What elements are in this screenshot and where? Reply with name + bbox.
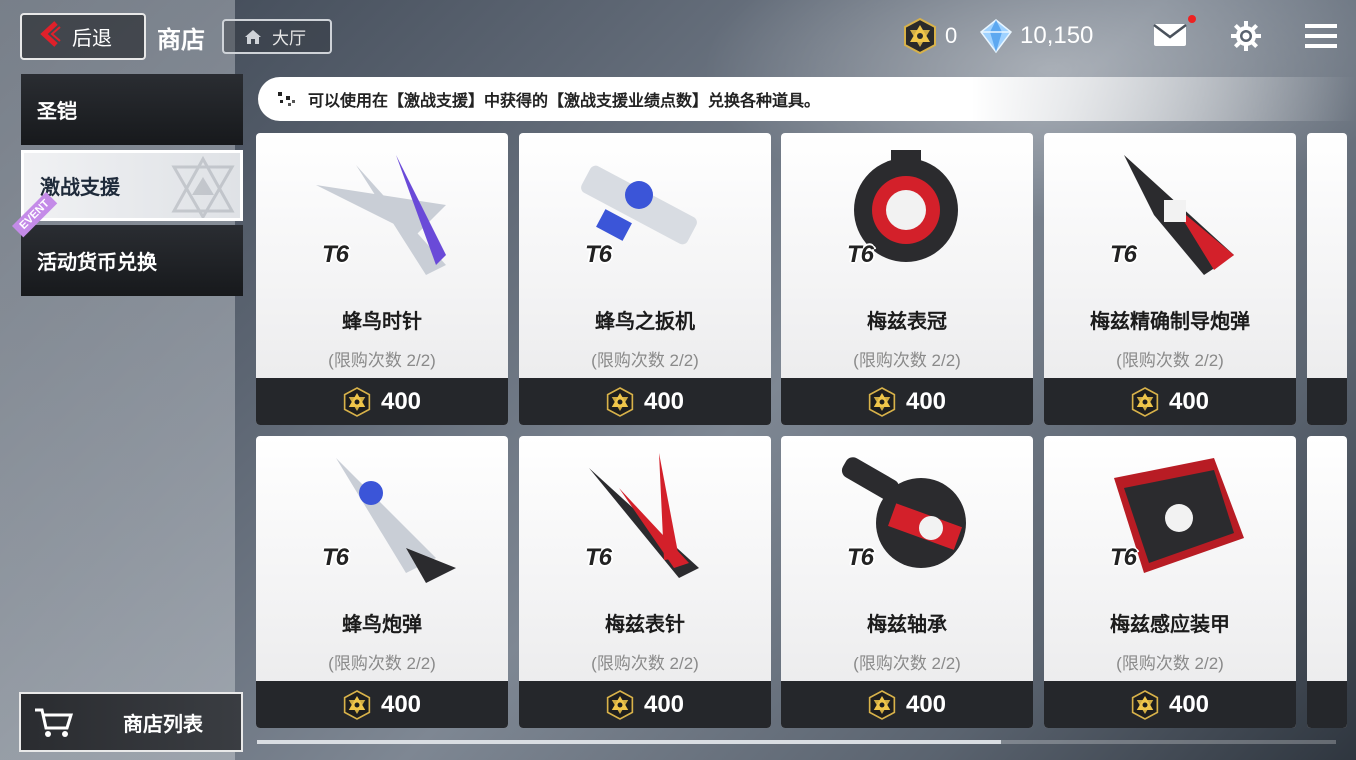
notice-banner: 可以使用在【激战支援】中获得的【激战支援业绩点数】兑换各种道具。 xyxy=(258,77,1356,121)
sidebar-item-label: 活动货币兑换 xyxy=(37,252,157,274)
price-bar[interactable]: 400 xyxy=(781,378,1033,425)
tier-label: T6 xyxy=(585,241,612,268)
shop-list-button[interactable]: 商店列表 xyxy=(19,692,243,752)
gear-icon[interactable] xyxy=(1230,20,1262,52)
shop-item-card[interactable]: T6 蜂鸟时针 (限购次数 2/2) 400 xyxy=(256,133,508,425)
lobby-button[interactable]: 大厅 xyxy=(222,19,332,54)
shop-item-card[interactable]: T6 梅兹感应装甲 (限购次数 2/2) 400 xyxy=(1044,436,1296,728)
back-arrow-icon xyxy=(40,20,62,53)
medal-icon xyxy=(606,689,634,720)
scroll-thumb[interactable] xyxy=(257,740,1001,744)
medal-currency: 0 xyxy=(903,18,957,54)
item-name: 梅兹表冠 xyxy=(867,311,947,333)
price-bar[interactable]: 400 xyxy=(519,378,771,425)
sidebar-item-armor[interactable]: 圣铠 xyxy=(21,74,243,145)
lobby-label: 大厅 xyxy=(272,29,306,48)
price-bar[interactable]: 400 xyxy=(1044,681,1296,728)
price-bar[interactable]: 400 xyxy=(256,681,508,728)
sidebar-item-label: 激战支援 xyxy=(40,177,120,199)
crystal-amount: 10,150 xyxy=(1020,22,1094,49)
triangle-emblem-icon xyxy=(171,155,235,218)
medal-icon xyxy=(868,386,896,417)
purchase-limit: (限购次数 2/2) xyxy=(1116,654,1224,673)
price-value: 400 xyxy=(380,690,422,718)
purchase-limit: (限购次数 2/2) xyxy=(1116,351,1224,370)
purchase-limit: (限购次数 2/2) xyxy=(853,351,961,370)
shop-list-label: 商店列表 xyxy=(123,713,203,736)
item-name: 梅兹表针 xyxy=(605,614,685,636)
price-bar[interactable]: 400 xyxy=(781,681,1033,728)
top-bar: 后退 商店 大厅 0 10,150 xyxy=(0,0,1356,72)
sidebar-item-label: 圣铠 xyxy=(37,101,77,123)
item-name: 梅兹精确制导炮弹 xyxy=(1090,311,1250,333)
purchase-limit: (限购次数 2/2) xyxy=(591,351,699,370)
purchase-limit: (限购次数 2/2) xyxy=(328,654,436,673)
price-bar xyxy=(1307,378,1347,425)
shop-item-card[interactable]: T6 梅兹表冠 (限购次数 2/2) 400 xyxy=(781,133,1033,425)
medal-amount: 0 xyxy=(945,23,958,48)
tier-label: T6 xyxy=(1110,544,1137,571)
medal-icon xyxy=(606,386,634,417)
cart-icon xyxy=(35,708,74,737)
price-value: 400 xyxy=(905,387,947,415)
price-value: 400 xyxy=(643,387,685,415)
tier-label: T6 xyxy=(322,544,349,571)
item-grid: T6 蜂鸟时针 (限购次数 2/2) 400 T6 蜂鸟之扳机 (限购次数 2/2) 400 T… xyxy=(256,133,1356,733)
item-name: 蜂鸟之扳机 xyxy=(595,311,695,333)
back-label: 后退 xyxy=(72,28,112,50)
price-value: 400 xyxy=(380,387,422,415)
menu-icon[interactable] xyxy=(1305,23,1337,49)
notification-dot xyxy=(1188,15,1196,23)
purchase-limit: (限购次数 2/2) xyxy=(591,654,699,673)
item-name: 梅兹轴承 xyxy=(867,614,947,636)
price-value: 400 xyxy=(905,690,947,718)
shop-item-card[interactable]: T6 蜂鸟炮弹 (限购次数 2/2) 400 xyxy=(256,436,508,728)
medal-icon xyxy=(343,386,371,417)
mail-icon[interactable] xyxy=(1153,22,1187,48)
medal-icon xyxy=(1131,386,1159,417)
shop-item-card[interactable]: T6 梅兹轴承 (限购次数 2/2) 400 xyxy=(781,436,1033,728)
medal-icon xyxy=(868,689,896,720)
sidebar-item-battle-support[interactable]: 激战支援 xyxy=(21,150,243,221)
price-bar xyxy=(1307,681,1347,728)
crystal-icon xyxy=(979,19,1013,54)
item-name: 蜂鸟炮弹 xyxy=(342,614,422,636)
purchase-limit: (限购次数 2/2) xyxy=(853,654,961,673)
price-value: 400 xyxy=(643,690,685,718)
price-bar[interactable]: 400 xyxy=(256,378,508,425)
tier-label: T6 xyxy=(322,241,349,268)
shop-item-card-partial[interactable] xyxy=(1307,133,1347,425)
shop-item-card[interactable]: T6 梅兹精确制导炮弹 (限购次数 2/2) 400 xyxy=(1044,133,1296,425)
price-bar[interactable]: 400 xyxy=(519,681,771,728)
crystal-currency: 10,150 xyxy=(978,18,1093,54)
horizontal-scrollbar[interactable] xyxy=(257,740,1336,744)
home-icon xyxy=(245,29,261,44)
price-value: 400 xyxy=(1168,387,1210,415)
tier-label: T6 xyxy=(847,241,874,268)
medal-icon xyxy=(343,689,371,720)
shop-item-card-partial[interactable] xyxy=(1307,436,1347,728)
sparkle-dots-icon xyxy=(278,92,295,106)
tier-label: T6 xyxy=(585,544,612,571)
sidebar-item-event-exchange[interactable]: 活动货币兑换 xyxy=(21,225,243,296)
page-title: 商店 xyxy=(157,27,205,54)
back-button[interactable]: 后退 xyxy=(20,13,146,60)
price-bar[interactable]: 400 xyxy=(1044,378,1296,425)
notice-text: 可以使用在【激战支援】中获得的【激战支援业绩点数】兑换各种道具。 xyxy=(308,93,821,110)
item-name: 蜂鸟时针 xyxy=(342,311,422,333)
shop-item-card[interactable]: T6 梅兹表针 (限购次数 2/2) 400 xyxy=(519,436,771,728)
medal-icon xyxy=(904,18,936,54)
tier-label: T6 xyxy=(847,544,874,571)
tier-label: T6 xyxy=(1110,241,1137,268)
shop-item-card[interactable]: T6 蜂鸟之扳机 (限购次数 2/2) 400 xyxy=(519,133,771,425)
medal-icon xyxy=(1131,689,1159,720)
price-value: 400 xyxy=(1168,690,1210,718)
item-name: 梅兹感应装甲 xyxy=(1110,614,1230,636)
purchase-limit: (限购次数 2/2) xyxy=(328,351,436,370)
